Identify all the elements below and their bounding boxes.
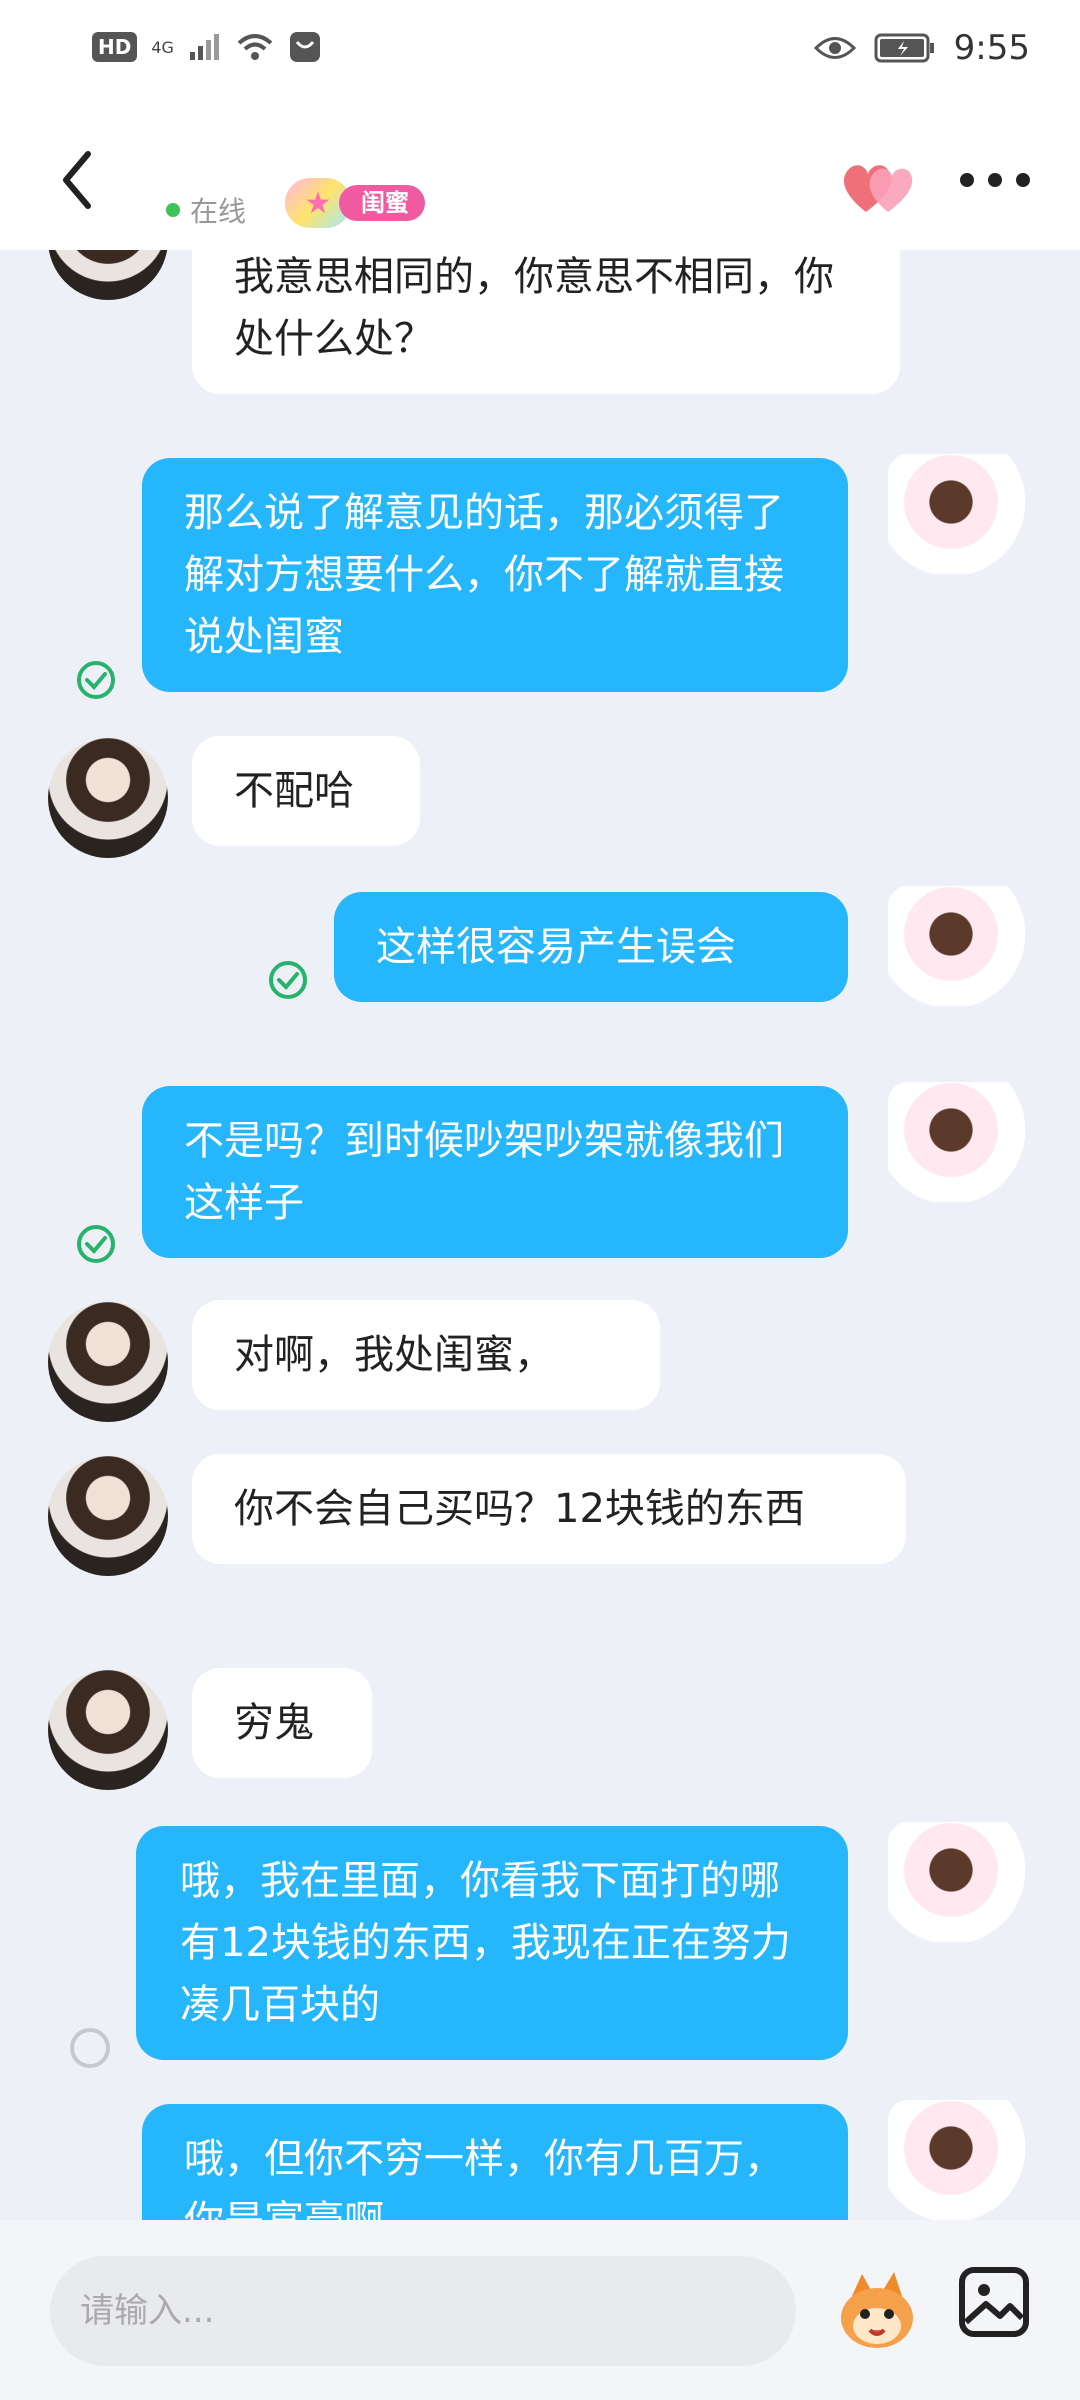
clock: 9:55	[953, 28, 1030, 68]
eye-icon	[813, 37, 856, 59]
relationship-tag-label: 闺蜜	[339, 185, 425, 221]
online-dot	[166, 203, 180, 217]
status-bar: HD 4G 9:55	[0, 0, 1080, 110]
online-label: 在线	[190, 195, 247, 228]
notification-icon	[289, 32, 320, 62]
dot	[960, 173, 974, 187]
my-avatar[interactable]	[888, 1082, 1028, 1202]
more-options-button[interactable]	[960, 160, 1030, 200]
signal-icon	[189, 34, 219, 60]
chat-header: 在线 ★ 闺蜜	[0, 110, 1080, 250]
contact-avatar[interactable]	[48, 250, 168, 300]
my-avatar[interactable]	[888, 886, 1028, 1006]
image-picker-icon[interactable]	[956, 2264, 1032, 2340]
hearts-icon[interactable]	[838, 152, 918, 222]
online-status: 在线	[166, 190, 246, 230]
outgoing-message[interactable]: 哦，我在里面，你看我下面打的哪有12块钱的东西，我现在正在努力凑几百块的	[136, 1826, 848, 2060]
read-check-icon	[77, 661, 115, 699]
hd-badge: HD	[92, 32, 138, 62]
message-input[interactable]	[50, 2256, 796, 2366]
incoming-message[interactable]: 对啊，我处闺蜜，	[192, 1300, 660, 1410]
my-avatar[interactable]	[888, 454, 1028, 574]
contact-avatar[interactable]	[48, 1670, 168, 1790]
relationship-tag[interactable]: ★ 闺蜜	[285, 178, 425, 228]
my-avatar[interactable]	[888, 2100, 1028, 2220]
contact-avatar[interactable]	[48, 738, 168, 858]
contact-avatar[interactable]	[48, 1302, 168, 1422]
outgoing-message[interactable]: 不是吗？到时候吵架吵架就像我们这样子	[142, 1086, 848, 1258]
outgoing-message[interactable]: 这样很容易产生误会	[334, 892, 848, 1002]
read-check-icon	[269, 961, 307, 999]
dot	[988, 173, 1002, 187]
battery-icon	[874, 33, 934, 63]
network-type-label: 4G	[151, 37, 174, 57]
outgoing-message[interactable]: 哦，但你不穷一样，你有几百万，你是富豪啊	[142, 2104, 848, 2220]
contact-avatar[interactable]	[48, 1456, 168, 1576]
outgoing-message[interactable]: 那么说了解意见的话，那必须得了解对方想要什么，你不了解就直接说处闺蜜	[142, 458, 848, 692]
wifi-icon	[237, 34, 273, 60]
dot	[1016, 173, 1030, 187]
sticker-icon[interactable]	[832, 2266, 922, 2356]
incoming-message[interactable]: 穷鬼	[192, 1668, 372, 1778]
status-right-icons: 9:55	[813, 28, 1030, 68]
status-left-icons: HD 4G	[92, 30, 322, 64]
incoming-message[interactable]: 你不会自己买吗？12块钱的东西	[192, 1454, 906, 1564]
read-check-icon	[77, 1225, 115, 1263]
incoming-message[interactable]: 不配哈	[192, 736, 420, 846]
incoming-message[interactable]: 对啊，但是我提出我闺蜜应该是和我意思相同的，你意思不相同，你处什么处？	[192, 250, 900, 394]
input-bar	[0, 2220, 1080, 2400]
sending-status-icon	[70, 2028, 110, 2068]
my-avatar[interactable]	[888, 1822, 1028, 1942]
message-list[interactable]: 对啊，但是我提出我闺蜜应该是和我意思相同的，你意思不相同，你处什么处？ 那么说了…	[0, 250, 1080, 2220]
back-arrow-icon[interactable]	[50, 140, 110, 220]
